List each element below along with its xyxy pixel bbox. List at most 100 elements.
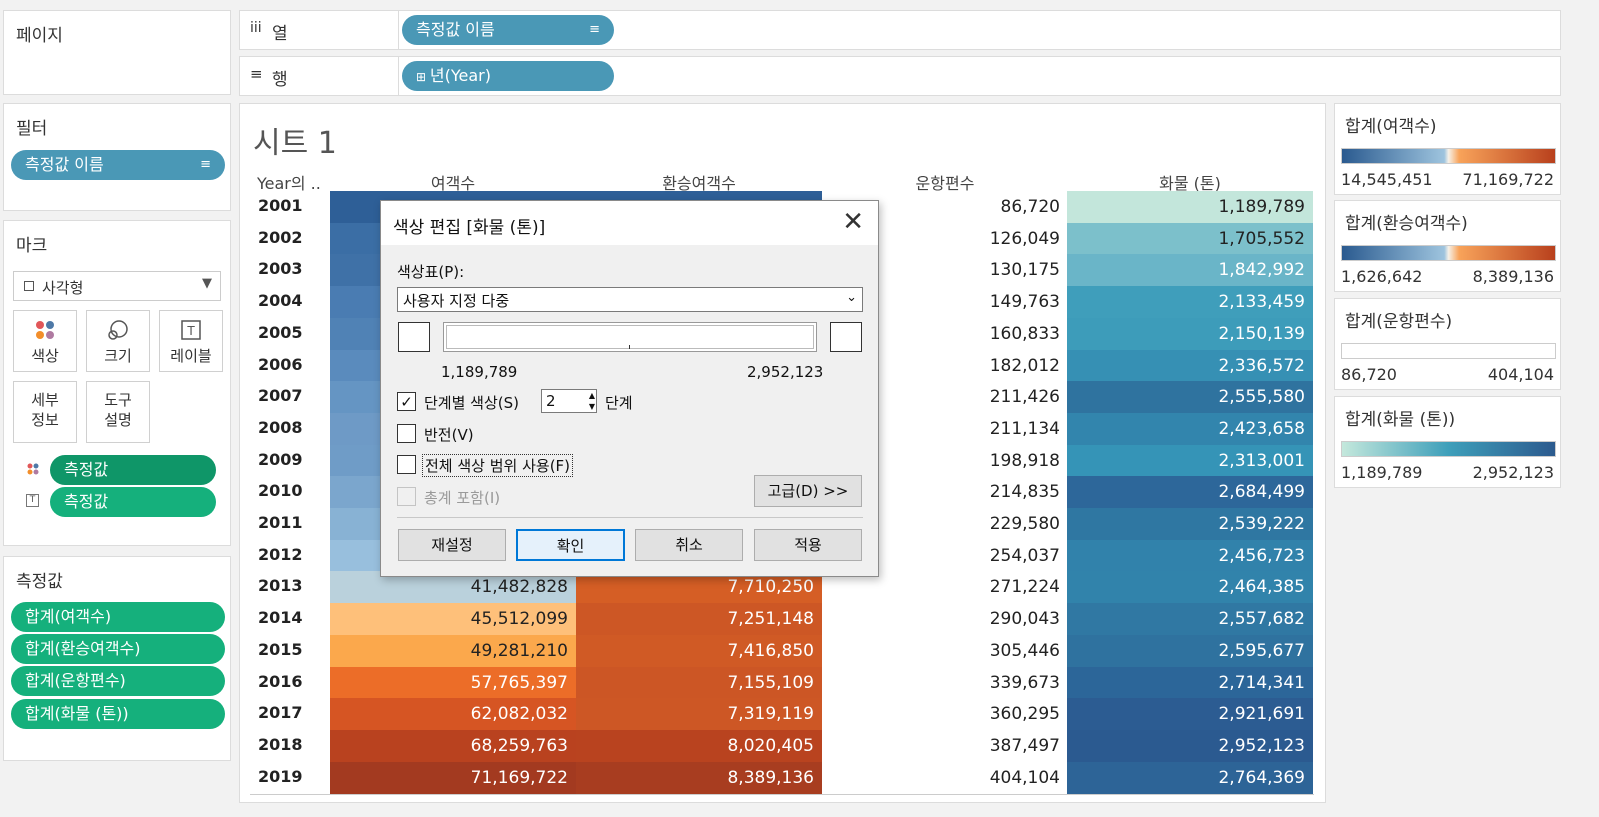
end-color-swatch[interactable] xyxy=(830,322,862,352)
flights-cell[interactable]: 305,446 xyxy=(822,635,1068,667)
row-year-label[interactable]: 2016 xyxy=(258,672,303,691)
steps-stepper[interactable]: 2 ▲ ▼ xyxy=(541,389,597,413)
row-year-label[interactable]: 2006 xyxy=(258,355,303,374)
row-year-label[interactable]: 2001 xyxy=(258,196,303,215)
cargo-cell[interactable]: 2,921,691 xyxy=(1067,698,1313,730)
start-color-swatch[interactable] xyxy=(398,322,430,352)
marks-color-button[interactable]: 색상 xyxy=(13,310,77,372)
cargo-cell[interactable]: 2,684,499 xyxy=(1067,476,1313,508)
row-year-label[interactable]: 2017 xyxy=(258,703,303,722)
passengers-cell[interactable]: 49,281,210 xyxy=(330,635,576,667)
passengers-cell[interactable]: 45,512,099 xyxy=(330,603,576,635)
header-year[interactable]: Year의 .. xyxy=(257,170,337,194)
filter-pill-measure-names[interactable]: 측정값 이름 ≡ xyxy=(11,150,225,180)
flights-cell[interactable]: 387,497 xyxy=(822,730,1068,762)
full-range-checkbox[interactable] xyxy=(397,455,416,474)
transfer-cell[interactable]: 8,020,405 xyxy=(576,730,822,762)
color-ramp-preview[interactable] xyxy=(443,322,817,352)
row-year-label[interactable]: 2010 xyxy=(258,481,303,500)
row-year-label[interactable]: 2011 xyxy=(258,513,303,532)
row-year-label[interactable]: 2019 xyxy=(258,767,303,786)
measure-pill-label: 합계(환승여객수) xyxy=(25,639,141,658)
cargo-cell[interactable]: 1,189,789 xyxy=(1067,191,1313,223)
flights-cell[interactable]: 404,104 xyxy=(822,762,1068,794)
transfer-cell[interactable]: 7,155,109 xyxy=(576,667,822,699)
cargo-cell[interactable]: 2,764,369 xyxy=(1067,762,1313,794)
apply-button[interactable]: 적용 xyxy=(754,529,862,561)
measure-pill[interactable]: 합계(화물 (톤)) xyxy=(11,699,225,729)
dialog-divider xyxy=(397,517,863,518)
cargo-cell[interactable]: 1,705,552 xyxy=(1067,223,1313,255)
legend-passengers[interactable]: 합계(여객수) 14,545,451 71,169,722 xyxy=(1334,103,1561,195)
columns-pill-measure-names[interactable]: 측정값 이름 ≡ xyxy=(402,15,614,45)
row-year-label[interactable]: 2013 xyxy=(258,576,303,595)
reset-button[interactable]: 재설정 xyxy=(398,529,506,561)
transfer-cell[interactable]: 7,251,148 xyxy=(576,603,822,635)
marks-panel: 마크 사각형 ▼ 색상 크기 T 레이블 세부 정보 도구 설명 측정값 T 측… xyxy=(3,220,231,546)
cargo-cell[interactable]: 2,714,341 xyxy=(1067,667,1313,699)
palette-select[interactable]: 사용자 지정 다중 ⌄ xyxy=(397,287,863,312)
row-year-label[interactable]: 2014 xyxy=(258,608,303,627)
label-field-label: 측정값 xyxy=(64,492,109,511)
transfer-cell[interactable]: 8,389,136 xyxy=(576,762,822,794)
cargo-cell[interactable]: 2,557,682 xyxy=(1067,603,1313,635)
columns-icon: iii xyxy=(250,20,262,36)
transfer-cell[interactable]: 7,416,850 xyxy=(576,635,822,667)
cargo-cell[interactable]: 2,423,658 xyxy=(1067,413,1313,445)
cargo-cell[interactable]: 2,952,123 xyxy=(1067,730,1313,762)
flights-cell[interactable]: 339,673 xyxy=(822,667,1068,699)
cargo-cell[interactable]: 2,539,222 xyxy=(1067,508,1313,540)
rows-pill-year[interactable]: ⊞ 년(Year) xyxy=(402,61,614,91)
dialog-titlebar: 색상 편집 [화물 (톤)] ✕ xyxy=(381,201,878,245)
legend-cargo[interactable]: 합계(화물 (톤)) 1,189,789 2,952,123 xyxy=(1334,396,1561,488)
flights-cell[interactable]: 290,043 xyxy=(822,603,1068,635)
legend-min: 1,189,789 xyxy=(1341,463,1423,482)
row-year-label[interactable]: 2004 xyxy=(258,291,303,310)
stepped-color-checkbox[interactable]: ✓ xyxy=(397,392,416,411)
cargo-cell[interactable]: 2,456,723 xyxy=(1067,540,1313,572)
row-year-label[interactable]: 2012 xyxy=(258,545,303,564)
cargo-cell[interactable]: 2,133,459 xyxy=(1067,286,1313,318)
row-year-label[interactable]: 2018 xyxy=(258,735,303,754)
marks-detail-button[interactable]: 세부 정보 xyxy=(13,381,77,443)
row-year-label[interactable]: 2005 xyxy=(258,323,303,342)
row-year-label[interactable]: 2008 xyxy=(258,418,303,437)
cargo-cell[interactable]: 2,313,001 xyxy=(1067,445,1313,477)
spin-up-icon[interactable]: ▲ xyxy=(589,390,595,401)
marks-color-field-pill[interactable]: 측정값 xyxy=(50,455,216,485)
row-year-label[interactable]: 2007 xyxy=(258,386,303,405)
legend-flights[interactable]: 합계(운항편수) 86,720 404,104 xyxy=(1334,298,1561,390)
measure-pill[interactable]: 합계(운항편수) xyxy=(11,666,225,696)
cargo-cell[interactable]: 2,555,580 xyxy=(1067,381,1313,413)
marks-size-button[interactable]: 크기 xyxy=(86,310,150,372)
reverse-checkbox[interactable] xyxy=(397,424,416,443)
marks-label-button[interactable]: T 레이블 xyxy=(159,310,223,372)
legend-transfer[interactable]: 합계(환승여객수) 1,626,642 8,389,136 xyxy=(1334,200,1561,292)
passengers-cell[interactable]: 57,765,397 xyxy=(330,667,576,699)
spin-down-icon[interactable]: ▼ xyxy=(589,401,595,412)
ok-button[interactable]: 확인 xyxy=(516,529,625,561)
passengers-cell[interactable]: 71,169,722 xyxy=(330,762,576,794)
marks-tooltip-button[interactable]: 도구 설명 xyxy=(86,381,150,443)
row-year-label[interactable]: 2009 xyxy=(258,450,303,469)
row-year-label[interactable]: 2003 xyxy=(258,259,303,278)
cargo-cell[interactable]: 2,336,572 xyxy=(1067,350,1313,382)
row-year-label[interactable]: 2015 xyxy=(258,640,303,659)
cargo-cell[interactable]: 2,595,677 xyxy=(1067,635,1313,667)
passengers-cell[interactable]: 68,259,763 xyxy=(330,730,576,762)
label-label: 레이블 xyxy=(170,347,212,365)
flights-cell[interactable]: 360,295 xyxy=(822,698,1068,730)
cargo-cell[interactable]: 1,842,992 xyxy=(1067,254,1313,286)
advanced-button[interactable]: 고급(D) >> xyxy=(754,475,862,507)
cancel-button[interactable]: 취소 xyxy=(635,529,743,561)
measure-pill[interactable]: 합계(여객수) xyxy=(11,602,225,632)
marks-label-field-pill[interactable]: 측정값 xyxy=(50,487,216,517)
row-year-label[interactable]: 2002 xyxy=(258,228,303,247)
passengers-cell[interactable]: 62,082,032 xyxy=(330,698,576,730)
cargo-cell[interactable]: 2,150,139 xyxy=(1067,318,1313,350)
close-icon[interactable]: ✕ xyxy=(842,207,864,237)
transfer-cell[interactable]: 7,319,119 xyxy=(576,698,822,730)
mark-type-dropdown[interactable]: 사각형 ▼ xyxy=(13,271,221,301)
cargo-cell[interactable]: 2,464,385 xyxy=(1067,571,1313,603)
measure-pill[interactable]: 합계(환승여객수) xyxy=(11,634,225,664)
